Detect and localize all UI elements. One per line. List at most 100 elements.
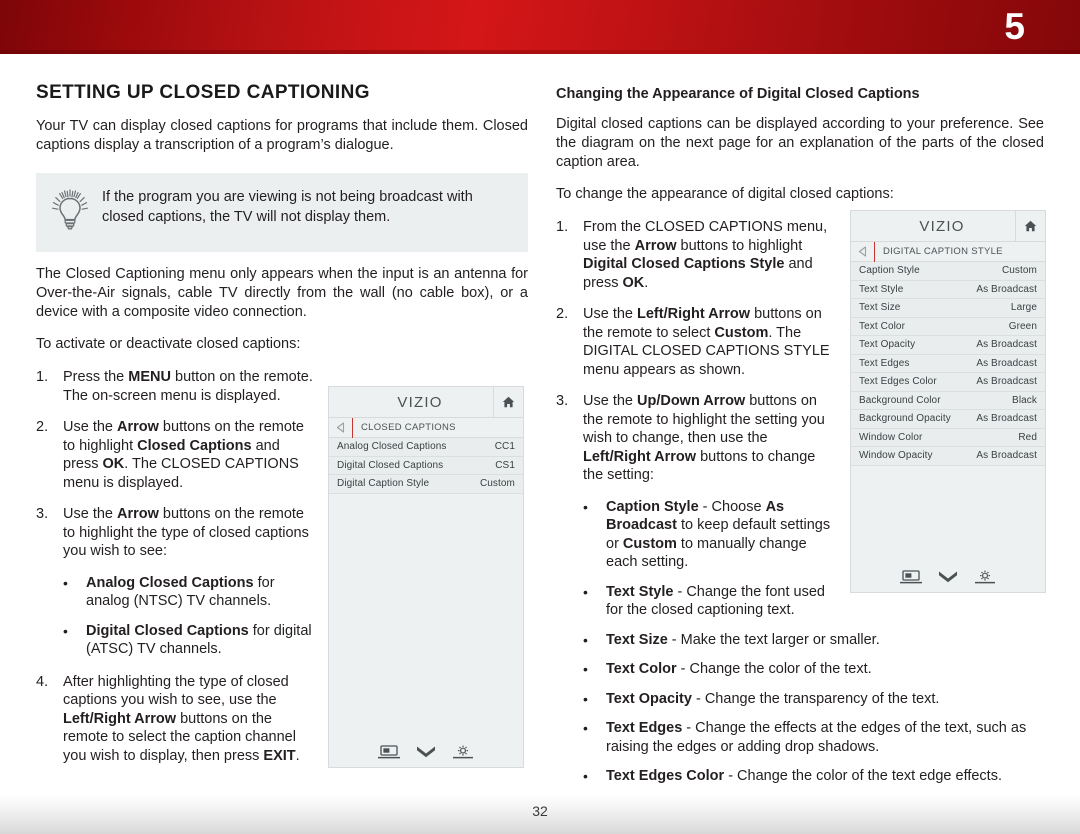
- tv-menu-empty-area: [329, 493, 523, 737]
- tv-setting-row[interactable]: Window Opacity As Broadcast: [851, 447, 1045, 466]
- tv-setting-row[interactable]: Text Style As Broadcast: [851, 280, 1045, 299]
- tv-setting-value: Green: [1008, 320, 1037, 332]
- tv-setting-value: As Broadcast: [976, 450, 1037, 462]
- bullet-dot: •: [583, 631, 588, 648]
- tv-menu-closed-captions[interactable]: VIZIO CLOSED CAPTIONS Analog Closed Capt…: [328, 386, 524, 768]
- bullet-text: Text Size - Make the text larger or smal…: [606, 631, 880, 648]
- vizio-logo: VIZIO: [919, 217, 965, 235]
- tv-setting-label: Analog Closed Captions: [337, 441, 447, 453]
- step-text: Use the Arrow buttons on the remote to h…: [63, 419, 304, 491]
- settings-gear-icon[interactable]: [972, 569, 998, 585]
- step-text: From the CLOSED CAPTIONS menu, use the A…: [583, 219, 828, 291]
- tv-settings-list: Caption Style Custom Text Style As Broad…: [851, 262, 1045, 466]
- tv-setting-row[interactable]: Text Edges Color As Broadcast: [851, 373, 1045, 392]
- tv-setting-label: Caption Style: [859, 265, 920, 277]
- home-icon[interactable]: [1015, 210, 1045, 242]
- settings-gear-icon[interactable]: [450, 744, 476, 760]
- tv-setting-row[interactable]: Analog Closed Captions CC1: [329, 438, 523, 457]
- tv-setting-row[interactable]: Digital Caption Style Custom: [329, 475, 523, 494]
- tv-settings-list: Analog Closed Captions CC1 Digital Close…: [329, 438, 523, 494]
- tv-setting-row[interactable]: Background Color Black: [851, 391, 1045, 410]
- chevron-down-icon[interactable]: [415, 744, 437, 760]
- bullet-item: • Digital Closed Captions for digital (A…: [63, 622, 321, 659]
- tv-setting-value: As Broadcast: [976, 283, 1037, 295]
- tv-setting-value: Black: [1012, 394, 1037, 406]
- tv-menu-footer: [851, 561, 1045, 592]
- tv-breadcrumb: DIGITAL CAPTION STYLE: [851, 241, 1045, 262]
- paragraph-3: To activate or deactivate closed caption…: [36, 336, 301, 352]
- bullet-dot: •: [583, 768, 588, 784]
- tv-setting-row[interactable]: Background Opacity As Broadcast: [851, 410, 1045, 429]
- tv-setting-label: Background Opacity: [859, 413, 951, 425]
- bullet-item: • Text Style - Change the font used for …: [583, 583, 838, 620]
- tv-setting-row[interactable]: Text Opacity As Broadcast: [851, 336, 1045, 355]
- bullet-dot: •: [63, 574, 68, 591]
- bullet-dot: •: [583, 690, 588, 707]
- tv-setting-row[interactable]: Text Color Green: [851, 317, 1045, 336]
- step-text: Use the Up/Down Arrow buttons on the rem…: [583, 393, 825, 483]
- step-number: 1.: [36, 369, 49, 385]
- bullet-text: Digital Closed Captions for digital (ATS…: [86, 622, 312, 658]
- bullet-text: Text Opacity - Change the transparency o…: [606, 690, 940, 707]
- left-steps-list: 1. Press the MENU button on the remote. …: [36, 368, 318, 765]
- step-text: Use the Left/Right Arrow buttons on the …: [583, 306, 830, 378]
- page-content: SETTING UP CLOSED CAPTIONING Your TV can…: [0, 54, 1080, 794]
- tip-callout-box: If the program you are viewing is not be…: [36, 173, 528, 252]
- vizio-logo: VIZIO: [397, 393, 443, 411]
- tv-setting-row[interactable]: Window Color Red: [851, 428, 1045, 447]
- right-paragraph-1: Digital closed captions can be displayed…: [556, 116, 1044, 170]
- tv-setting-label: Digital Closed Captions: [337, 459, 444, 471]
- step-number: 1.: [556, 219, 569, 235]
- tv-setting-label: Text Opacity: [859, 339, 916, 351]
- tv-setting-value: Custom: [479, 478, 515, 490]
- step3-bullet-list: • Analog Closed Captions for analog (NTS…: [63, 574, 321, 659]
- tip-text: If the program you are viewing is not be…: [102, 189, 473, 225]
- tv-setting-row[interactable]: Text Edges As Broadcast: [851, 354, 1045, 373]
- tv-setting-label: Text Color: [859, 320, 906, 332]
- tv-setting-value: Red: [1018, 431, 1037, 443]
- chapter-header-banner: 5: [0, 0, 1080, 54]
- bullet-item: • Analog Closed Captions for analog (NTS…: [63, 574, 321, 611]
- bullet-item: • Caption Style - Choose As Broadcast to…: [583, 498, 838, 572]
- bullet-text: Text Edges Color - Change the color of t…: [606, 768, 1002, 784]
- bullet-item: • Text Edges - Change the effects at the…: [583, 719, 1044, 756]
- step-item: 2. Use the Arrow buttons on the remote t…: [36, 418, 318, 492]
- bullet-text: Text Color - Change the color of the tex…: [606, 661, 872, 677]
- tv-setting-value: CC1: [494, 441, 515, 453]
- tv-setting-row[interactable]: Digital Closed Captions CS1: [329, 456, 523, 475]
- tv-menu-empty-area: [851, 465, 1045, 562]
- back-arrow-icon[interactable]: [851, 241, 875, 262]
- bullet-text: Text Style - Change the font used for th…: [606, 583, 825, 619]
- picture-mode-icon[interactable]: [898, 569, 924, 585]
- page-title: SETTING UP CLOSED CAPTIONING: [36, 82, 370, 103]
- chevron-down-icon[interactable]: [937, 569, 959, 585]
- tv-setting-value: Large: [1010, 302, 1037, 314]
- tv-setting-value: CS1: [495, 459, 515, 471]
- bullet-item: • Text Color - Change the color of the t…: [583, 660, 1044, 679]
- step-text: Use the Arrow buttons on the remote to h…: [63, 506, 309, 559]
- tv-setting-label: Text Size: [859, 302, 901, 314]
- bullet-text: Text Edges - Change the effects at the e…: [606, 720, 1027, 755]
- tv-breadcrumb-label: CLOSED CAPTIONS: [361, 422, 456, 433]
- tv-setting-label: Digital Caption Style: [337, 478, 430, 490]
- right-steps-list: 1. From the CLOSED CAPTIONS menu, use th…: [556, 218, 838, 485]
- bullet-item: • Text Size - Make the text larger or sm…: [583, 631, 1044, 650]
- step-number: 2.: [36, 419, 49, 435]
- step-item: 1. Press the MENU button on the remote. …: [36, 368, 318, 405]
- chapter-number: 5: [1004, 6, 1025, 47]
- step-item: 2. Use the Left/Right Arrow buttons on t…: [556, 305, 838, 379]
- bullet-dot: •: [583, 661, 588, 677]
- tv-setting-label: Background Color: [859, 394, 941, 406]
- step-number: 4.: [36, 673, 49, 690]
- step-item: 3. Use the Arrow buttons on the remote t…: [36, 505, 318, 561]
- bullet-item: • Text Opacity - Change the transparency…: [583, 690, 1044, 709]
- back-arrow-icon[interactable]: [329, 417, 353, 438]
- page-number: 32: [532, 803, 548, 819]
- bullet-dot: •: [583, 720, 588, 736]
- tv-menu-digital-caption-style[interactable]: VIZIO DIGITAL CAPTION STYLE Caption Styl…: [850, 210, 1046, 593]
- tv-setting-row[interactable]: Text Size Large: [851, 299, 1045, 318]
- right-paragraph-2: To change the appearance of digital clos…: [556, 186, 894, 202]
- home-icon[interactable]: [493, 386, 523, 418]
- picture-mode-icon[interactable]: [376, 744, 402, 760]
- tv-setting-row[interactable]: Caption Style Custom: [851, 262, 1045, 281]
